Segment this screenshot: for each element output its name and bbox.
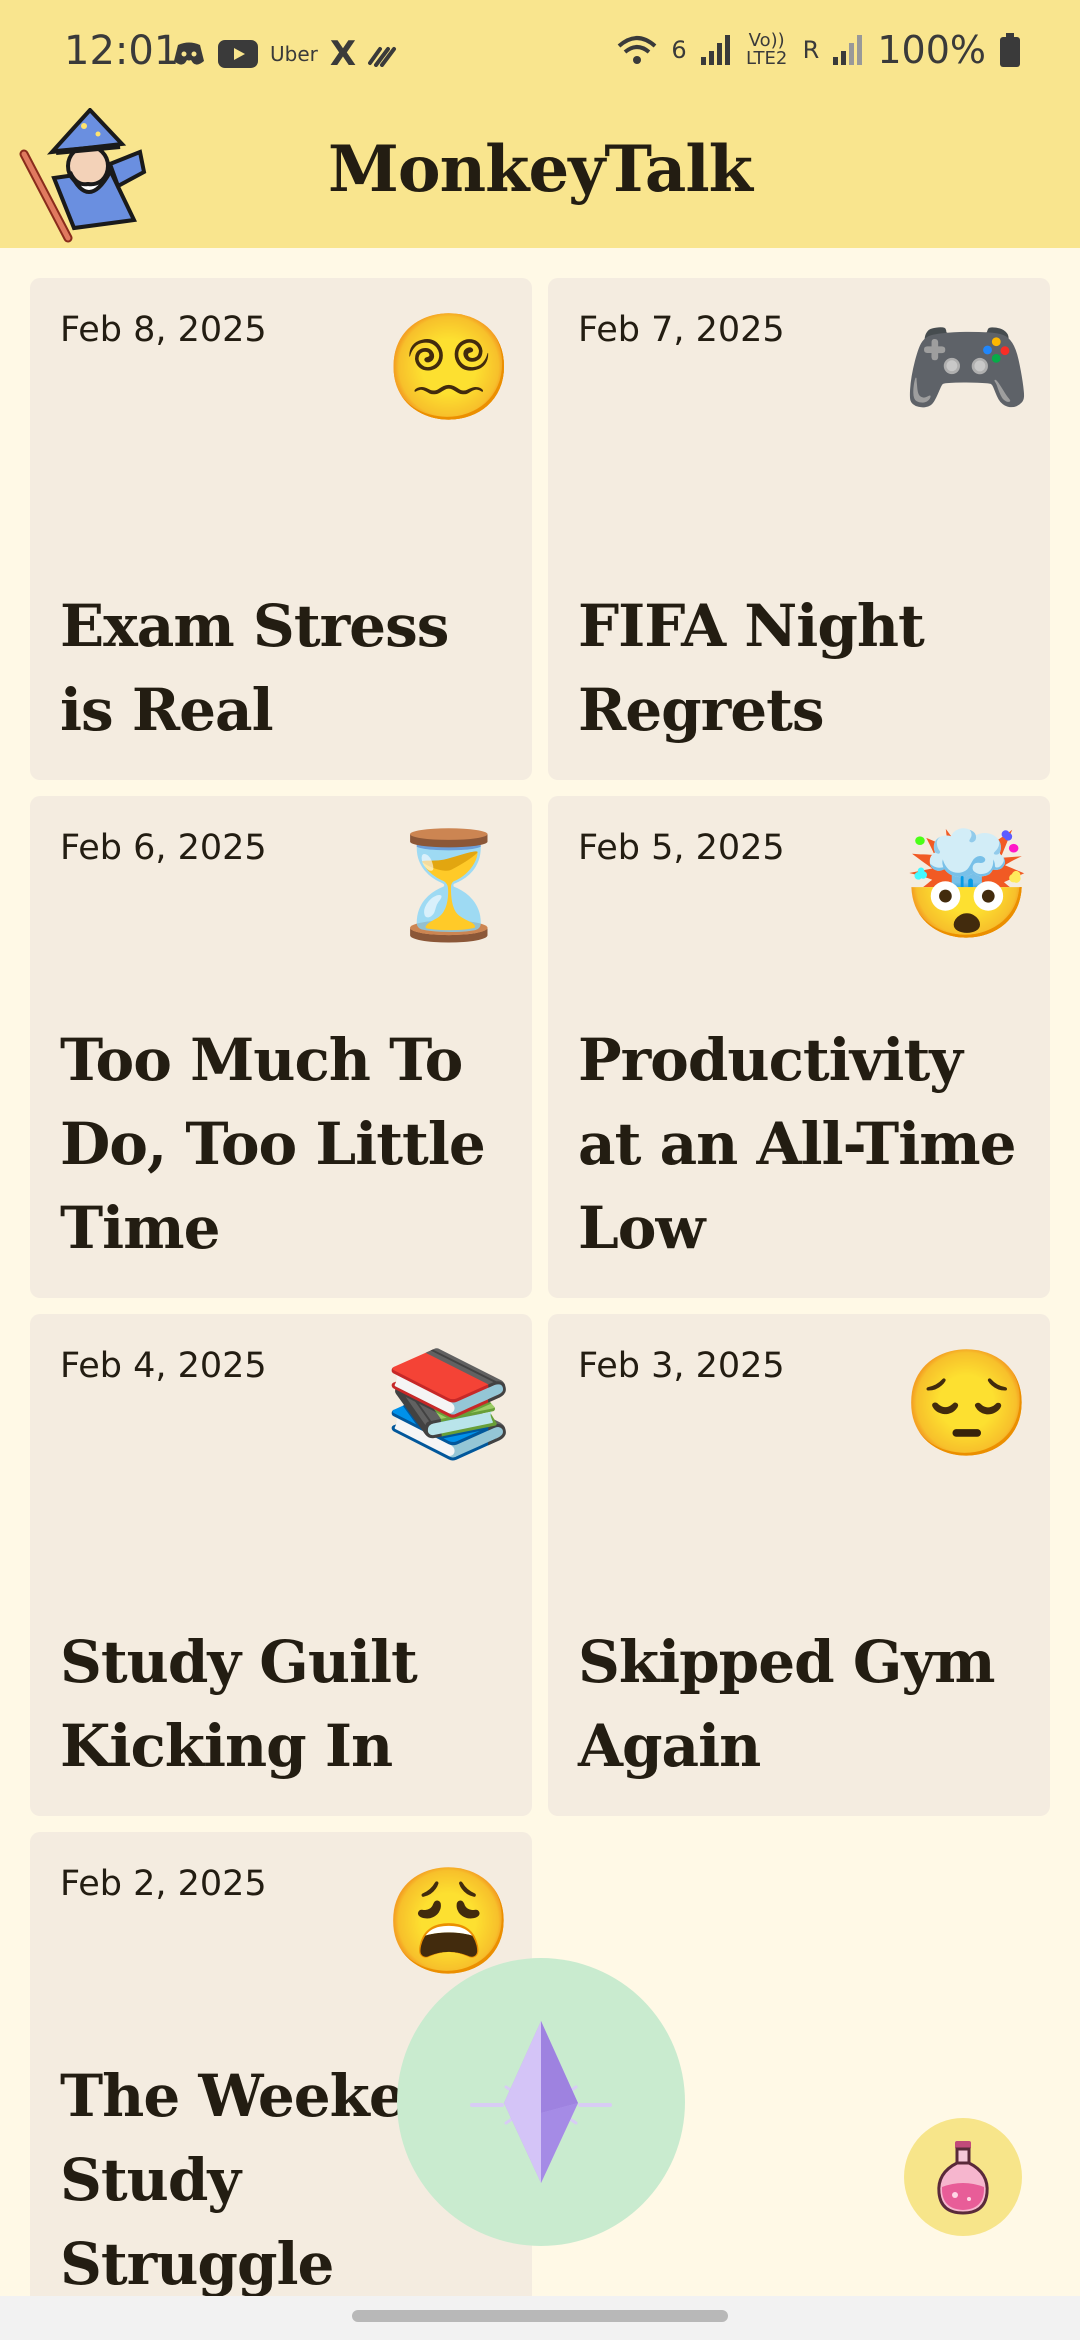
entry-card[interactable]: Feb 3, 2025 😔 Skipped Gym Again xyxy=(548,1314,1050,1816)
signal-icon xyxy=(700,35,730,65)
dizzy-face-icon: 😵‍💫 xyxy=(384,310,514,426)
entry-title: Skipped Gym Again xyxy=(578,1628,995,1780)
home-handle[interactable] xyxy=(352,2310,728,2322)
crystal-icon xyxy=(470,2021,612,2183)
entry-card[interactable]: Feb 4, 2025 📚 Study Guilt Kicking In xyxy=(30,1314,532,1816)
roaming-label: R xyxy=(802,36,820,64)
status-time: 12:01 xyxy=(64,28,180,74)
youtube-icon xyxy=(218,40,258,68)
entry-card[interactable]: Feb 7, 2025 🎮 FIFA Night Regrets xyxy=(548,278,1050,780)
discord-icon xyxy=(174,42,204,65)
entry-card[interactable]: Feb 5, 2025 🤯 Productivity at an All-Tim… xyxy=(548,796,1050,1298)
entry-date: Feb 5, 2025 xyxy=(578,828,785,868)
app-title: MonkeyTalk xyxy=(328,132,753,207)
entry-card[interactable]: Feb 8, 2025 😵‍💫 Exam Stress is Real xyxy=(30,278,532,780)
wifi-icon xyxy=(618,36,657,64)
battery-icon xyxy=(1000,33,1020,67)
entry-card[interactable]: Feb 6, 2025 ⏳ Too Much To Do, Too Little… xyxy=(30,796,532,1298)
battery-percent: 100% xyxy=(877,28,986,72)
crystal-fab-button[interactable] xyxy=(397,1958,685,2246)
wifi-label: 6 xyxy=(671,36,687,64)
entry-date: Feb 3, 2025 xyxy=(578,1346,785,1386)
lte-label: Vo)) LTE2 xyxy=(745,30,788,69)
entry-date: Feb 2, 2025 xyxy=(60,1864,267,1904)
books-icon: 📚 xyxy=(384,1346,514,1462)
entry-title: Productivity at an All-Time Low xyxy=(578,1026,1017,1262)
entry-title: Exam Stress is Real xyxy=(60,592,449,744)
entry-date: Feb 8, 2025 xyxy=(60,310,267,350)
system-icons: 6 Vo)) LTE2 R 100% xyxy=(617,28,1020,72)
system-nav-bar xyxy=(0,2296,1080,2340)
entry-date: Feb 7, 2025 xyxy=(578,310,785,350)
app-header: MonkeyTalk xyxy=(0,104,1080,248)
entry-title: FIFA Night Regrets xyxy=(578,592,925,744)
entry-title: Study Guilt Kicking In xyxy=(60,1628,418,1780)
entry-date: Feb 6, 2025 xyxy=(60,828,267,868)
x-icon: X xyxy=(329,34,357,74)
uber-icon: Uber xyxy=(270,42,318,66)
activity-icon xyxy=(368,47,397,67)
weary-face-icon: 😩 xyxy=(384,1864,514,1980)
notification-icons: Uber X xyxy=(172,34,398,74)
pensive-face-icon: 😔 xyxy=(902,1346,1032,1462)
potion-icon xyxy=(937,2141,989,2215)
entry-title: Too Much To Do, Too Little Time xyxy=(60,1026,486,1262)
signal-icon-2 xyxy=(833,35,863,65)
entry-date: Feb 4, 2025 xyxy=(60,1346,267,1386)
potion-button[interactable] xyxy=(904,2118,1022,2236)
game-controller-icon: 🎮 xyxy=(902,310,1032,426)
hourglass-icon: ⏳ xyxy=(384,828,514,944)
status-bar: 12:01 Uber X 6 Vo)) LTE2 R 100% xyxy=(0,0,1080,104)
exploding-head-icon: 🤯 xyxy=(902,828,1032,944)
